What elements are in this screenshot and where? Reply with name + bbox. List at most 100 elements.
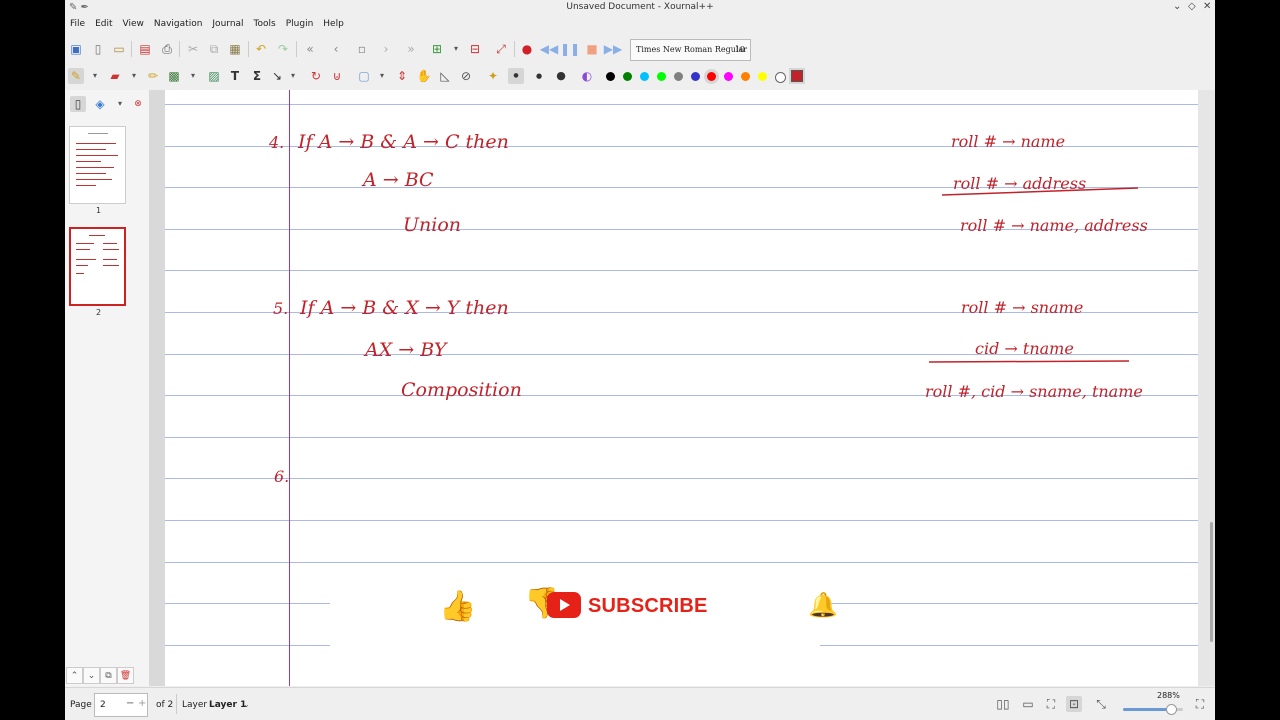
shape-tool-icon[interactable]: ↘ xyxy=(269,68,285,84)
plus-icon[interactable]: + xyxy=(138,698,146,709)
zoom-fit-icon[interactable]: ⛶ xyxy=(1043,696,1059,712)
color-swatch[interactable] xyxy=(622,72,632,81)
minimize-icon[interactable]: ⌄ xyxy=(1173,1,1181,12)
color-swatch[interactable] xyxy=(673,72,683,81)
print-icon[interactable]: ⎙ xyxy=(159,41,175,57)
previous-page-icon[interactable]: ‹ xyxy=(328,41,344,57)
thumbs-up-icon[interactable]: 👍 xyxy=(439,589,476,625)
color-swatch[interactable] xyxy=(741,72,751,81)
color-swatch[interactable] xyxy=(775,72,786,83)
bell-icon[interactable]: 🔔 xyxy=(808,590,838,620)
page-thumbnail-selected[interactable] xyxy=(69,227,126,306)
maximize-icon[interactable]: ◇ xyxy=(1188,1,1196,12)
insert-page-icon[interactable]: ⊞ xyxy=(429,41,445,57)
first-page-icon[interactable]: « xyxy=(302,41,318,57)
paste-icon[interactable]: ▦ xyxy=(227,41,243,57)
close-sidebar-icon[interactable]: ⊗ xyxy=(130,96,146,112)
thick-thickness-icon[interactable]: ● xyxy=(553,68,569,84)
chevron-down-icon[interactable]: ▾ xyxy=(126,68,142,84)
menu-plugin[interactable]: Plugin xyxy=(281,17,319,33)
fill-icon[interactable]: ◐ xyxy=(579,68,595,84)
menu-journal[interactable]: Journal xyxy=(207,17,248,33)
move-page-up-icon[interactable]: ⌃ xyxy=(66,667,83,684)
delete-page-icon[interactable]: 🗑 xyxy=(117,667,134,684)
chevron-down-icon[interactable]: ⌄ xyxy=(243,700,250,709)
layer-selector[interactable]: Layer 1 xyxy=(209,700,246,710)
color-swatch[interactable] xyxy=(639,72,649,81)
image-icon[interactable]: ▨ xyxy=(206,68,222,84)
chevron-down-icon[interactable]: ▾ xyxy=(185,68,201,84)
select-rectangle-icon[interactable]: ▢ xyxy=(356,68,372,84)
color-swatch[interactable] xyxy=(724,72,734,81)
goto-page-icon[interactable]: ▫ xyxy=(354,41,370,57)
latex-icon[interactable]: Σ xyxy=(249,68,265,84)
zoom-fit-page-icon[interactable]: ⤡ xyxy=(1093,696,1109,712)
shape-recognizer-icon[interactable]: ↻ xyxy=(308,68,324,84)
color-swatch[interactable] xyxy=(606,72,615,81)
eraser-icon[interactable]: ▰ xyxy=(107,68,123,84)
menu-tools[interactable]: Tools xyxy=(249,17,281,33)
font-selector[interactable]: Times New Roman Regular 10 xyxy=(630,39,751,61)
layers-tab-icon[interactable]: ◈ xyxy=(92,96,108,112)
text-tool-icon[interactable]: T xyxy=(227,68,243,84)
undo-icon[interactable]: ↶ xyxy=(253,41,269,57)
record-icon[interactable]: ● xyxy=(519,41,535,57)
stop-icon[interactable]: ■ xyxy=(584,41,600,57)
last-page-icon[interactable]: » xyxy=(403,41,419,57)
save-icon[interactable]: ▣ xyxy=(68,41,84,57)
fullscreen-toggle-icon[interactable]: ⛶ xyxy=(1192,696,1208,712)
page-number-input[interactable]: 2 xyxy=(100,700,106,710)
two-pages-icon[interactable]: ▯▯ xyxy=(995,696,1011,712)
menu-help[interactable]: Help xyxy=(318,17,349,33)
redo-icon[interactable]: ↷ xyxy=(275,41,291,57)
new-document-icon[interactable]: ▯ xyxy=(90,41,106,57)
copy-page-icon[interactable]: ⧉ xyxy=(100,667,117,684)
minus-icon[interactable]: − xyxy=(126,698,134,709)
menu-view[interactable]: View xyxy=(118,17,149,33)
chevron-down-icon[interactable]: ▾ xyxy=(448,41,464,57)
pause-icon[interactable]: ❚❚ xyxy=(560,41,580,57)
color-swatch[interactable] xyxy=(707,72,717,81)
chevron-down-icon[interactable]: ▾ xyxy=(285,68,301,84)
export-pdf-icon[interactable]: ▤ xyxy=(137,41,153,57)
move-page-down-icon[interactable]: ⌄ xyxy=(83,667,100,684)
chevron-down-icon[interactable]: ▾ xyxy=(374,68,390,84)
zoom-fit-width-icon[interactable]: ⊡ xyxy=(1066,696,1082,712)
compass-icon[interactable]: ⊘ xyxy=(458,68,474,84)
menu-edit[interactable]: Edit xyxy=(90,17,117,33)
close-icon[interactable]: ✕ xyxy=(1203,1,1211,12)
menu-file[interactable]: File xyxy=(65,17,90,33)
chevron-down-icon[interactable]: ▾ xyxy=(112,96,128,112)
color-swatch[interactable] xyxy=(656,72,666,81)
custom-color-swatch[interactable] xyxy=(791,70,803,82)
open-folder-icon[interactable]: ▭ xyxy=(111,41,127,57)
fine-thickness-icon[interactable]: ● xyxy=(508,68,524,84)
highlighter-icon[interactable]: ✏ xyxy=(145,68,161,84)
zoom-slider[interactable] xyxy=(1123,704,1183,715)
page-spinner[interactable]: 2 − + xyxy=(94,693,148,717)
rewind-icon[interactable]: ◀◀ xyxy=(540,41,558,57)
zoom-slider-handle[interactable] xyxy=(1166,704,1177,715)
menu-navigation[interactable]: Navigation xyxy=(149,17,208,33)
delete-page-icon[interactable]: ⊟ xyxy=(467,41,483,57)
copy-icon[interactable]: ⧉ xyxy=(206,41,222,57)
vertical-space-icon[interactable]: ⇕ xyxy=(394,68,410,84)
default-tool-icon[interactable]: ✦ xyxy=(485,68,501,84)
vertical-scrollbar[interactable] xyxy=(1198,90,1215,686)
hand-icon[interactable]: ✋ xyxy=(416,68,432,84)
setsquare-icon[interactable]: ◺ xyxy=(437,68,453,84)
text-image-icon[interactable]: ▩ xyxy=(166,68,182,84)
color-swatch[interactable] xyxy=(758,72,768,81)
chevron-down-icon[interactable]: ▾ xyxy=(87,68,103,84)
page-thumbnail[interactable] xyxy=(69,126,126,204)
color-swatch[interactable] xyxy=(690,72,700,81)
fast-forward-icon[interactable]: ▶▶ xyxy=(604,41,622,57)
subscribe-button[interactable]: SUBSCRIBE xyxy=(588,595,708,618)
page-preview-tab-icon[interactable]: ▯ xyxy=(70,96,86,112)
scrollbar-thumb[interactable] xyxy=(1210,522,1213,642)
medium-thickness-icon[interactable]: ● xyxy=(531,68,547,84)
fullscreen-icon[interactable]: ⤢ xyxy=(493,41,509,57)
magnet-icon[interactable]: ⊍ xyxy=(329,68,345,84)
pen-icon[interactable]: ✎ xyxy=(68,68,84,84)
presentation-mode-icon[interactable]: ▭ xyxy=(1020,696,1036,712)
